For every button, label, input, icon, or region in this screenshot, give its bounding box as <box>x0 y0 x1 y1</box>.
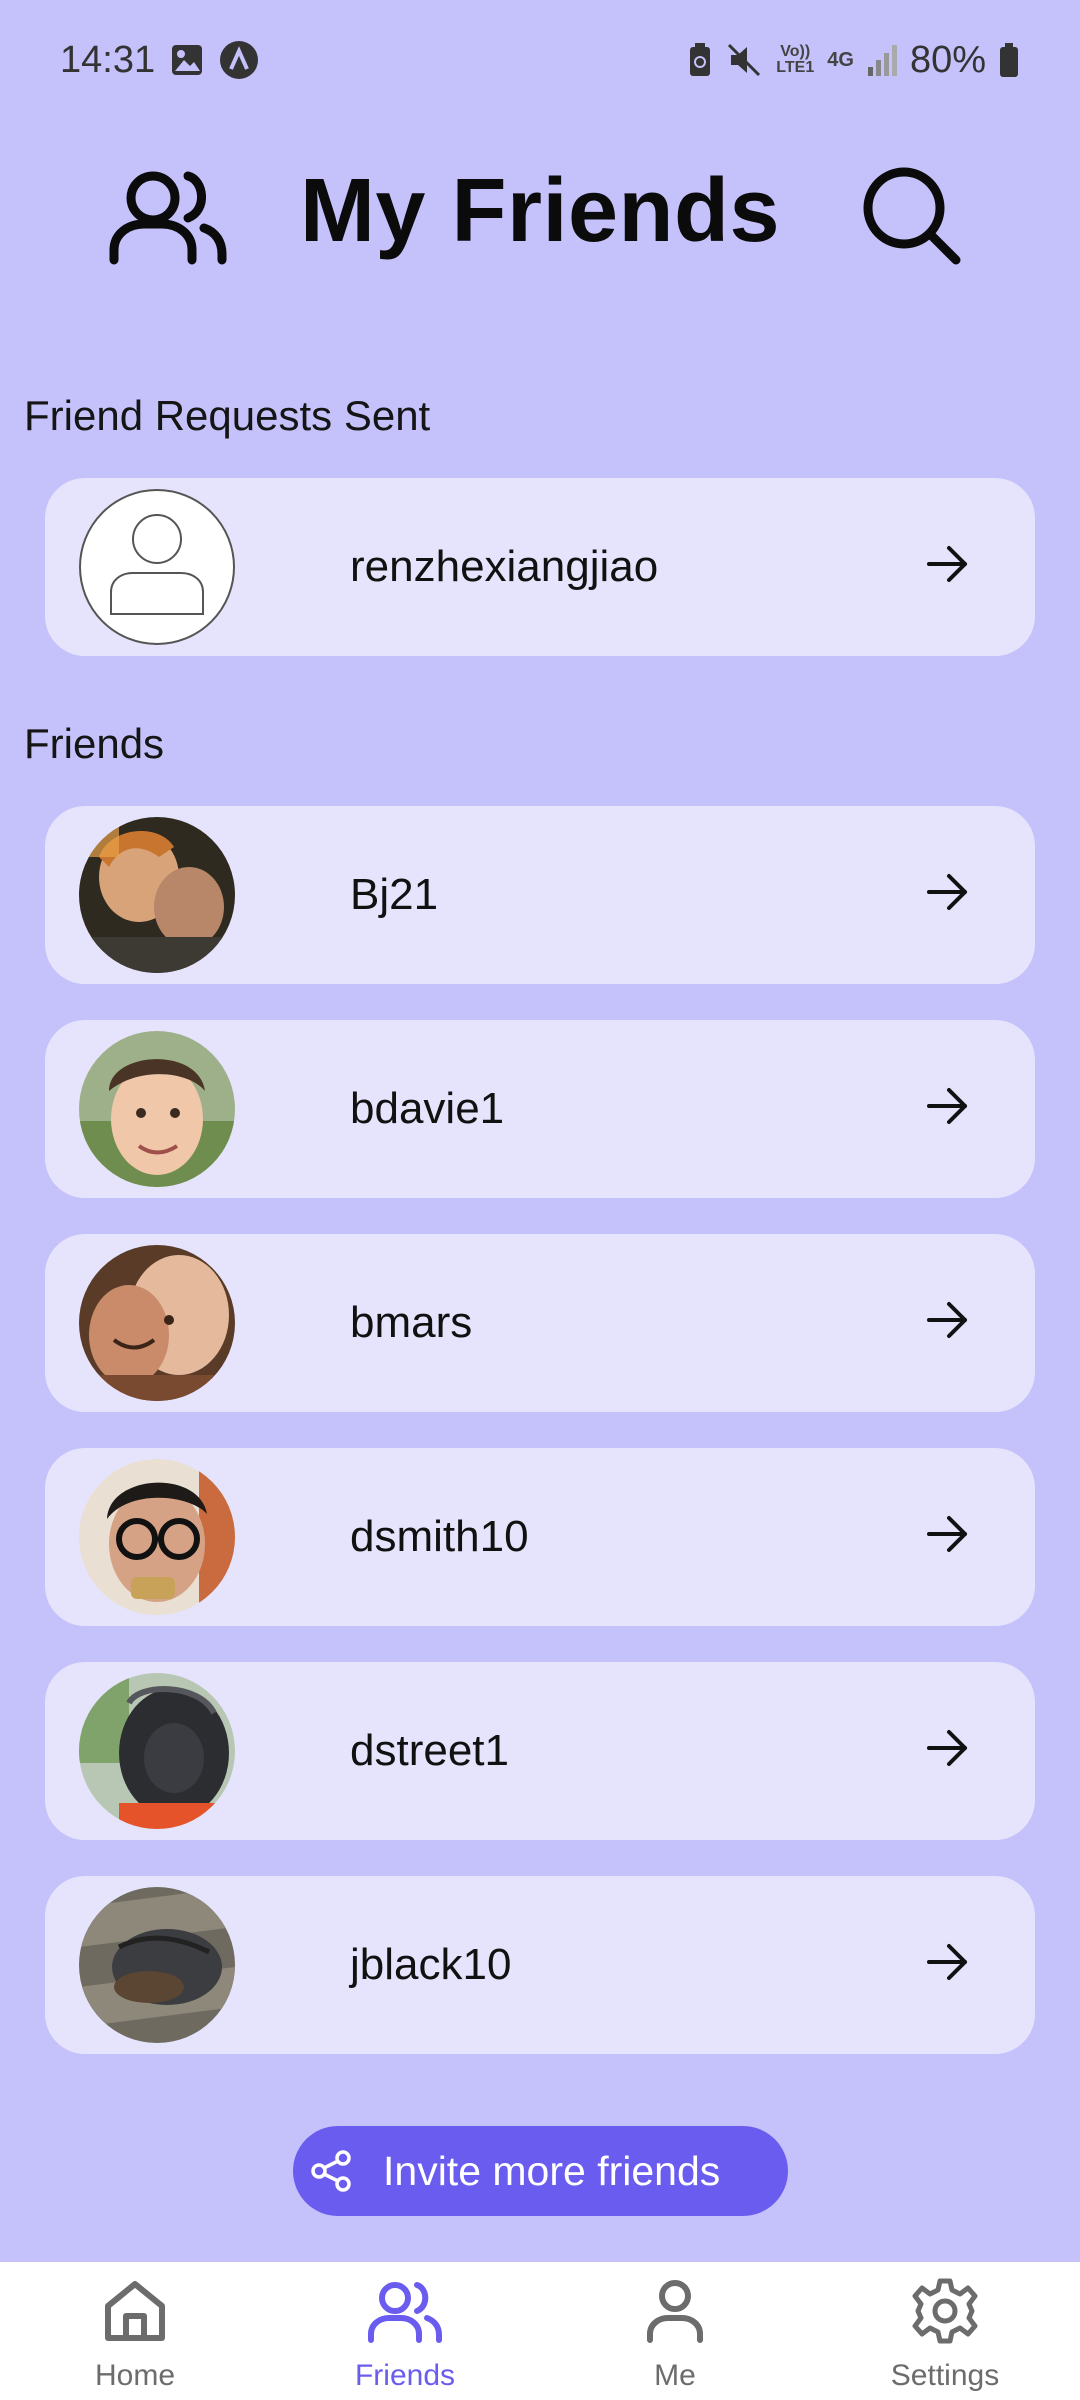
search-icon[interactable] <box>860 164 964 273</box>
placeholder-avatar <box>79 489 235 645</box>
arrow-right-icon[interactable] <box>925 1298 969 1347</box>
nav-label-me: Me <box>654 2359 696 2392</box>
battery-saver-icon <box>687 42 713 78</box>
friend-request-card[interactable]: renzhexiangjiao <box>45 478 1035 656</box>
mute-icon <box>725 41 763 79</box>
friend-card[interactable]: jblack10 <box>45 1876 1035 2054</box>
arrow-right-icon[interactable] <box>925 542 969 591</box>
photo-avatar <box>79 817 235 973</box>
nav-item-friends[interactable]: Friends <box>270 2262 540 2400</box>
friend-requests-label: Friend Requests Sent <box>24 392 431 439</box>
nav-item-settings[interactable]: Settings <box>810 2262 1080 2400</box>
friends-icon <box>367 2276 443 2351</box>
nav-label-friends: Friends <box>354 2359 456 2392</box>
friend-name: dstreet1 <box>350 1726 509 1775</box>
photo-avatar <box>79 1245 235 1401</box>
page-header: My Friends <box>0 150 1080 280</box>
friends-label: Friends <box>24 720 165 767</box>
friend-card[interactable]: Bj21 <box>45 806 1035 984</box>
share-icon <box>309 2149 353 2193</box>
signal-icon <box>866 43 898 77</box>
app-notification-icon <box>219 40 259 80</box>
battery-icon <box>998 42 1020 78</box>
arrow-right-icon[interactable] <box>925 1084 969 1133</box>
battery-percent: 80% <box>909 38 986 81</box>
friend-card[interactable]: bdavie1 <box>45 1020 1035 1198</box>
nav-label-settings: Settings <box>890 2359 1000 2392</box>
nav-label-home: Home <box>94 2359 176 2392</box>
home-icon <box>100 2276 170 2351</box>
status-left: 14:31 <box>60 39 259 82</box>
user-icon <box>640 2276 710 2351</box>
friend-card[interactable]: dsmith10 <box>45 1448 1035 1626</box>
photo-avatar <box>79 1459 235 1615</box>
arrow-right-icon[interactable] <box>925 1512 969 1561</box>
invite-label: Invite more friends <box>383 2147 721 2194</box>
volte-indicator: Vo)) LTE1 <box>776 43 815 76</box>
friend-name: jblack10 <box>350 1940 512 1989</box>
friend-name: Bj21 <box>350 870 439 919</box>
status-right: Vo)) LTE1 4G 80% <box>687 39 1020 82</box>
photo-avatar <box>79 1887 235 2043</box>
nav-item-me[interactable]: Me <box>540 2262 810 2400</box>
gallery-icon <box>169 42 205 78</box>
photo-avatar <box>79 1673 235 1829</box>
photo-avatar <box>79 1031 235 1187</box>
bottom-nav: Home Friends Me Settings <box>0 2262 1080 2400</box>
arrow-right-icon[interactable] <box>925 1726 969 1775</box>
status-time: 14:31 <box>60 38 156 81</box>
arrow-right-icon[interactable] <box>925 1940 969 1989</box>
friend-card[interactable]: bmars <box>45 1234 1035 1412</box>
friend-name: bmars <box>350 1298 473 1347</box>
nav-item-home[interactable]: Home <box>0 2262 270 2400</box>
friend-name: bdavie1 <box>350 1084 505 1133</box>
network-indicator: 4G <box>827 49 854 71</box>
friend-name: dsmith10 <box>350 1512 529 1561</box>
status-bar: 14:31 Vo)) LTE1 4G 80% <box>0 0 1080 120</box>
gear-icon <box>910 2276 980 2351</box>
friend-card[interactable]: dstreet1 <box>45 1662 1035 1840</box>
invite-more-friends-button[interactable]: Invite more friends <box>293 2126 788 2216</box>
friend-request-name: renzhexiangjiao <box>350 542 659 591</box>
arrow-right-icon[interactable] <box>925 870 969 919</box>
